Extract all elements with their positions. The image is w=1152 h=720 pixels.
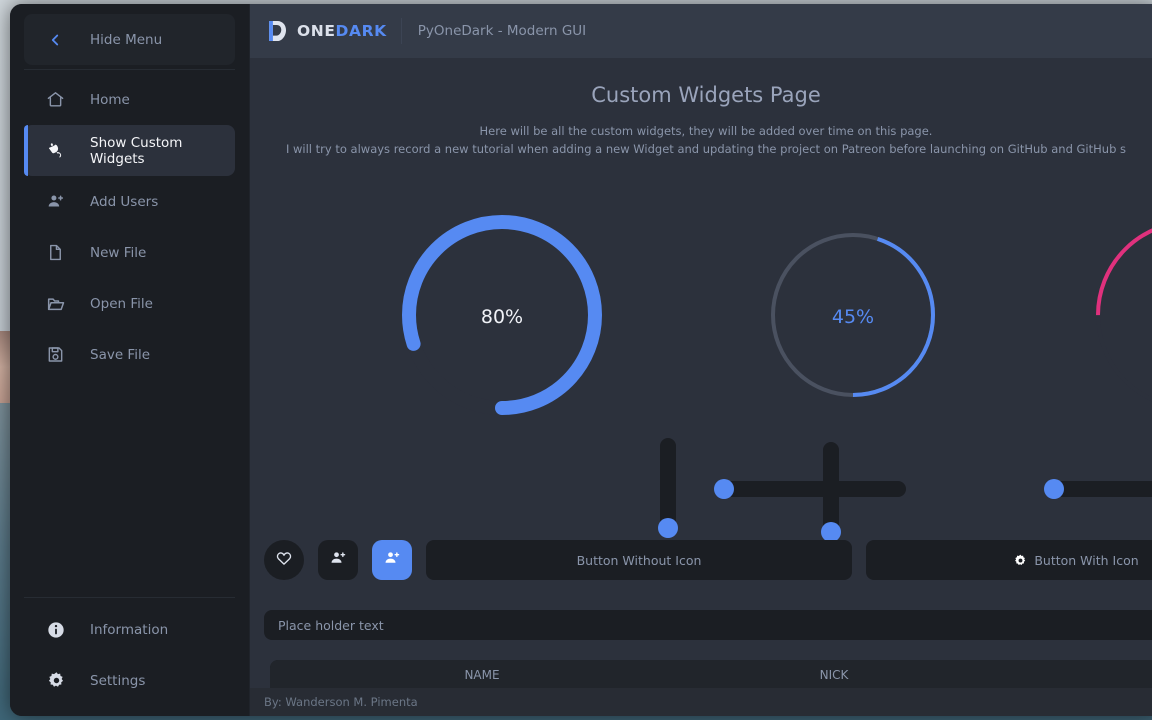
gear-icon bbox=[1013, 553, 1028, 568]
toggle-menu-label: Hide Menu bbox=[90, 31, 163, 48]
sidebar-item-new-file-label: New File bbox=[90, 244, 147, 261]
page-title: Custom Widgets Page bbox=[591, 83, 821, 107]
sidebar-item-show-custom-widgets-label: Show Custom Widgets bbox=[90, 134, 183, 167]
button-row: Button Without Icon Button With Icon bbox=[264, 540, 1152, 580]
sidebar-item-add-users-label: Add Users bbox=[90, 193, 159, 210]
sidebar-item-information[interactable]: Information bbox=[24, 604, 235, 655]
plug-icon bbox=[46, 141, 72, 161]
column-header-name[interactable]: NAME bbox=[306, 660, 658, 688]
sidebar-item-settings[interactable]: Settings bbox=[24, 655, 235, 706]
window-title: PyOneDark - Modern GUI bbox=[417, 23, 587, 39]
sidebar-item-home[interactable]: Home bbox=[24, 74, 235, 125]
vertical-slider-2-handle[interactable] bbox=[821, 522, 841, 542]
application-window: Hide Menu Home Show Custom Widgets Add U… bbox=[10, 4, 1152, 716]
brand-one-text: ONE bbox=[297, 22, 336, 40]
horizontal-slider-1[interactable] bbox=[714, 479, 906, 499]
brand-logo: ONEDARK bbox=[264, 18, 402, 44]
menu-top-section: Hide Menu bbox=[10, 10, 249, 74]
data-table-element: NAME NICK 1 Wanderson vfx_on_fire_0 bbox=[270, 660, 1152, 688]
circular-progress-blue-thick: 80% bbox=[399, 212, 605, 422]
page-description: Here will be all the custom widgets, the… bbox=[250, 122, 1152, 158]
page-description-line-2: I will try to always record a new tutori… bbox=[285, 142, 1127, 156]
gear-icon bbox=[46, 670, 72, 691]
title-bar: ONEDARK PyOneDark - Modern GUI bbox=[250, 4, 1152, 58]
horizontal-slider-2-handle[interactable] bbox=[1044, 479, 1064, 499]
sidebar-item-save-file[interactable]: Save File bbox=[24, 329, 235, 380]
button-with-icon[interactable]: Button With Icon bbox=[866, 540, 1152, 580]
horizontal-slider-1-handle[interactable] bbox=[714, 479, 734, 499]
page-description-line-1: Here will be all the custom widgets, the… bbox=[479, 124, 933, 138]
content-area: Custom Widgets Page Here will be all the… bbox=[250, 58, 1152, 688]
add-user-icon-button[interactable] bbox=[318, 540, 358, 580]
sidebar-item-information-label: Information bbox=[90, 621, 169, 638]
circular-progress-row: 80% 45% 75% bbox=[250, 212, 1152, 442]
sidebar-item-add-users[interactable]: Add Users bbox=[24, 176, 235, 227]
circular-progress-pink-value: 75% bbox=[1088, 212, 1152, 422]
sidebar-item-open-file[interactable]: Open File bbox=[24, 278, 235, 329]
right-column: ONEDARK PyOneDark - Modern GUI Custom Wi… bbox=[250, 4, 1152, 716]
brand-dark-text: DARK bbox=[335, 22, 387, 40]
chevron-left-icon bbox=[46, 31, 72, 49]
toggle-menu-button[interactable]: Hide Menu bbox=[24, 14, 235, 65]
line-edit-placeholder: Place holder text bbox=[278, 617, 384, 633]
info-icon bbox=[46, 620, 72, 640]
column-header-nick[interactable]: NICK bbox=[658, 660, 1010, 688]
content-clip: Custom Widgets Page Here will be all the… bbox=[250, 58, 1152, 688]
sidebar-item-show-custom-widgets[interactable]: Show Custom Widgets bbox=[24, 125, 235, 176]
horizontal-slider-2[interactable] bbox=[1044, 479, 1152, 499]
circular-progress-pink: 75% bbox=[1088, 212, 1152, 422]
sidebar-item-settings-label: Settings bbox=[90, 672, 146, 689]
file-icon bbox=[46, 243, 72, 262]
column-header-extra[interactable] bbox=[1010, 660, 1152, 688]
credits-bar: By: Wanderson M. Pimenta bbox=[250, 688, 1152, 716]
circular-progress-blue-thick-value: 80% bbox=[480, 306, 524, 328]
circular-progress-blue-thin: 45% bbox=[750, 212, 956, 422]
add-user-icon-button-active[interactable] bbox=[372, 540, 412, 580]
data-table-head: NAME NICK bbox=[270, 660, 1152, 688]
heart-icon bbox=[275, 549, 293, 571]
vertical-slider-1-handle[interactable] bbox=[658, 518, 678, 538]
button-without-icon-label: Button Without Icon bbox=[576, 552, 702, 568]
button-with-icon-label: Button With Icon bbox=[1034, 552, 1139, 568]
add-user-icon bbox=[329, 549, 348, 572]
sidebar-item-open-file-label: Open File bbox=[90, 295, 153, 312]
data-table-header-row: NAME NICK bbox=[270, 660, 1152, 688]
circular-progress-blue-thin-value: 45% bbox=[831, 306, 875, 328]
add-user-icon bbox=[46, 192, 72, 212]
sidebar-item-new-file[interactable]: New File bbox=[24, 227, 235, 278]
menu-spacer bbox=[10, 380, 249, 593]
left-menu-sidebar: Hide Menu Home Show Custom Widgets Add U… bbox=[10, 4, 250, 716]
save-icon bbox=[46, 345, 72, 364]
add-user-icon bbox=[383, 549, 402, 572]
line-edit-input[interactable]: Place holder text bbox=[264, 610, 1152, 640]
menu-divider-bottom bbox=[24, 597, 235, 598]
button-without-icon[interactable]: Button Without Icon bbox=[426, 540, 852, 580]
heart-icon-button[interactable] bbox=[264, 540, 304, 580]
credits-text: By: Wanderson M. Pimenta bbox=[264, 695, 418, 709]
sidebar-item-home-label: Home bbox=[90, 91, 130, 108]
folder-icon bbox=[46, 294, 72, 314]
brand-text: ONEDARK bbox=[297, 22, 387, 40]
data-table[interactable]: NAME NICK 1 Wanderson vfx_on_fire_0 bbox=[270, 660, 1152, 688]
menu-bottom-section: Information Settings bbox=[10, 593, 249, 716]
column-header-index[interactable] bbox=[270, 660, 306, 688]
vertical-slider-1[interactable] bbox=[658, 438, 678, 538]
home-icon bbox=[46, 90, 72, 109]
sidebar-item-save-file-label: Save File bbox=[90, 346, 151, 363]
menu-divider bbox=[24, 69, 235, 70]
onedark-logo-icon bbox=[269, 20, 287, 42]
